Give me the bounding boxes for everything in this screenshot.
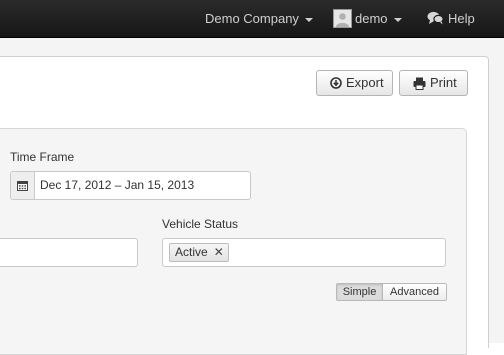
top-navbar: Demo Company demo Help <box>0 0 504 38</box>
date-range-value: Dec 17, 2012 – Jan 15, 2013 <box>40 178 195 192</box>
chat-bubbles-icon <box>427 11 444 25</box>
export-button[interactable]: Export <box>316 70 393 96</box>
time-frame-label: Time Frame <box>10 150 75 164</box>
remove-tag-icon[interactable]: ✕ <box>214 245 224 259</box>
report-header: Export Print <box>0 56 489 110</box>
caret-down-icon <box>304 17 313 22</box>
calendar-icon <box>17 181 28 191</box>
vehicle-status-label: Vehicle Status <box>162 217 239 231</box>
status-tag-label: Active <box>175 245 208 259</box>
advanced-mode-button[interactable]: Advanced <box>383 283 447 301</box>
export-label: Export <box>346 75 384 90</box>
export-icon <box>330 77 342 89</box>
help-link[interactable]: Help <box>427 0 475 37</box>
user-name: demo <box>355 11 388 26</box>
avatar[interactable] <box>333 9 352 28</box>
vehicle-status-select[interactable]: Active ✕ <box>162 238 446 267</box>
help-label: Help <box>448 11 475 26</box>
user-menu[interactable]: demo <box>355 0 402 37</box>
date-range-picker[interactable]: Dec 17, 2012 – Jan 15, 2013 <box>10 171 251 200</box>
print-button[interactable]: Print <box>399 70 468 96</box>
avatar-icon <box>334 10 351 27</box>
filter-text-input[interactable] <box>0 238 138 267</box>
simple-mode-button[interactable]: Simple <box>336 283 383 301</box>
status-tag-active: Active ✕ <box>169 243 229 262</box>
company-name: Demo Company <box>205 11 299 26</box>
company-menu[interactable]: Demo Company <box>205 0 313 37</box>
print-label: Print <box>430 75 457 90</box>
printer-icon <box>413 77 426 90</box>
caret-down-icon <box>393 17 402 22</box>
calendar-addon[interactable] <box>11 172 35 199</box>
